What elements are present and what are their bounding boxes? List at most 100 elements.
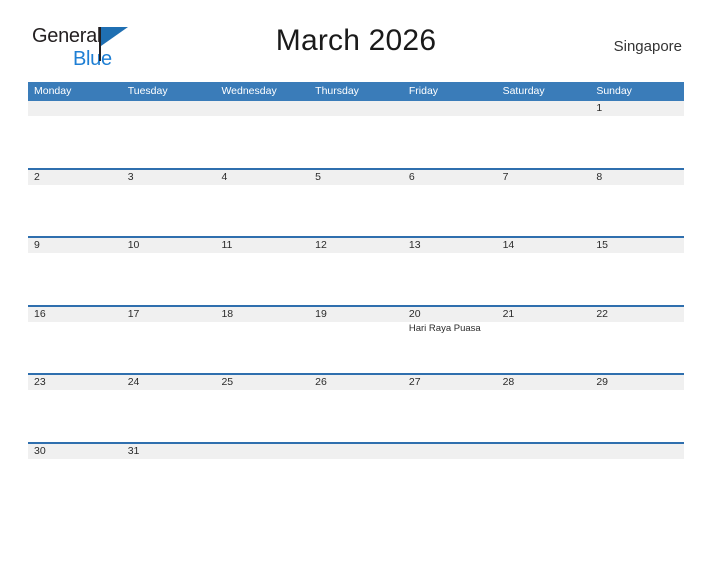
calendar-day-cell[interactable]: 27 — [403, 375, 497, 442]
calendar-day-cell-empty — [403, 444, 497, 511]
day-number: 31 — [127, 444, 140, 457]
calendar-weeks: 1 2 3 4 5 6 7 8 9 10 11 12 13 14 15 16 17 18 19 20 Hari Raya… — [28, 101, 684, 510]
calendar-week-row: 2 3 4 5 6 7 8 — [28, 167, 684, 237]
calendar-week-row: 16 17 18 19 20 Hari Raya Puasa 21 22 — [28, 304, 684, 374]
calendar-week-row: 1 — [28, 101, 684, 168]
day-number — [596, 444, 684, 459]
day-number — [221, 444, 309, 459]
calendar-week-cells: 23 24 25 26 27 28 29 — [28, 375, 684, 442]
calendar-day-cell-empty — [215, 444, 309, 511]
day-number: 23 — [34, 376, 46, 388]
day-number — [409, 444, 497, 459]
calendar-day-cell[interactable]: 13 — [403, 238, 497, 305]
day-number: 30 — [34, 444, 46, 457]
calendar-day-cell[interactable]: 24 — [122, 375, 216, 442]
calendar-day-cell[interactable]: 23 — [28, 375, 122, 442]
calendar-day-cell[interactable]: 29 — [590, 375, 684, 442]
day-number: 8 — [596, 170, 603, 183]
calendar-day-cell[interactable]: 7 — [497, 170, 591, 237]
day-number: 20 — [408, 307, 421, 320]
calendar-week-row: 9 10 11 12 13 14 15 — [28, 236, 684, 305]
calendar-day-cell[interactable]: 30 — [28, 444, 122, 511]
calendar-week-cells: 2 3 4 5 6 7 8 — [28, 170, 684, 237]
day-number — [503, 444, 591, 459]
calendar-day-cell[interactable]: 26 — [309, 375, 403, 442]
day-number — [315, 444, 403, 459]
weekday-header-row: Monday Tuesday Wednesday Thursday Friday… — [28, 82, 684, 101]
weekday-header-thursday: Thursday — [315, 85, 359, 97]
calendar-day-cell[interactable]: 11 — [215, 238, 309, 305]
day-number — [128, 101, 216, 116]
day-number — [315, 101, 403, 116]
calendar-week-row: 23 24 25 26 27 28 29 — [28, 373, 684, 442]
day-number: 11 — [221, 239, 233, 251]
day-number: 13 — [408, 239, 421, 251]
calendar-day-cell[interactable]: 28 — [497, 375, 591, 442]
day-number: 24 — [127, 376, 140, 388]
calendar-day-cell[interactable]: 5 — [309, 170, 403, 237]
calendar-grid: Monday Tuesday Wednesday Thursday Friday… — [28, 82, 684, 510]
calendar-day-cell-empty — [497, 101, 591, 168]
calendar-day-cell[interactable]: 17 — [122, 307, 216, 374]
calendar-day-cell[interactable]: 31 — [122, 444, 216, 511]
calendar-day-cell[interactable]: 21 — [497, 307, 591, 374]
day-number: 26 — [315, 376, 327, 388]
calendar-day-cell[interactable]: 1 — [590, 101, 684, 168]
day-number: 14 — [502, 239, 515, 251]
calendar-day-cell[interactable]: 16 — [28, 307, 122, 374]
day-number: 19 — [315, 307, 327, 320]
day-number: 18 — [221, 307, 234, 320]
day-number — [34, 101, 122, 116]
weekday-header-monday: Monday — [34, 85, 72, 97]
calendar-week-cells: 1 — [28, 101, 684, 168]
day-number: 5 — [315, 170, 321, 183]
day-number: 12 — [315, 239, 327, 251]
day-number: 1 — [596, 102, 603, 114]
calendar-day-cell-empty — [122, 101, 216, 168]
day-number: 28 — [502, 376, 515, 388]
day-number: 27 — [408, 376, 421, 388]
day-number: 7 — [502, 170, 509, 183]
calendar-day-cell[interactable]: 12 — [309, 238, 403, 305]
calendar-day-cell[interactable]: 20 Hari Raya Puasa — [403, 307, 497, 374]
calendar-day-cell[interactable]: 3 — [122, 170, 216, 237]
day-number: 9 — [34, 239, 40, 251]
day-number: 22 — [596, 307, 608, 320]
day-number: 17 — [127, 307, 140, 320]
day-event-label: Hari Raya Puasa — [408, 322, 481, 334]
weekday-header-friday: Friday — [408, 85, 439, 97]
calendar-day-cell-empty — [590, 444, 684, 511]
calendar-day-cell[interactable]: 4 — [215, 170, 309, 237]
calendar-page: General Blue March 2026 Singapore Monday… — [0, 22, 712, 572]
calendar-day-cell[interactable]: 14 — [497, 238, 591, 305]
calendar-day-cell-empty — [28, 101, 122, 168]
day-events: Hari Raya Puasa — [409, 323, 497, 335]
weekday-header-tuesday: Tuesday — [127, 85, 168, 97]
calendar-day-cell[interactable]: 10 — [122, 238, 216, 305]
weekday-header-saturday: Saturday — [502, 85, 545, 97]
calendar-day-cell-empty — [497, 444, 591, 511]
day-number: 6 — [408, 170, 415, 183]
calendar-day-cell[interactable]: 18 — [215, 307, 309, 374]
day-number: 2 — [34, 170, 40, 183]
calendar-day-cell-empty — [403, 101, 497, 168]
calendar-day-cell[interactable]: 9 — [28, 238, 122, 305]
calendar-day-cell[interactable]: 19 — [309, 307, 403, 374]
calendar-day-cell[interactable]: 8 — [590, 170, 684, 237]
calendar-day-cell[interactable]: 15 — [590, 238, 684, 305]
calendar-day-cell-empty — [215, 101, 309, 168]
calendar-week-cells: 30 31 — [28, 444, 684, 511]
day-number: 3 — [127, 170, 134, 183]
weekday-header-wednesday: Wednesday — [221, 85, 277, 97]
calendar-week-cells: 16 17 18 19 20 Hari Raya Puasa 21 22 — [28, 307, 684, 374]
calendar-day-cell-empty — [309, 444, 403, 511]
calendar-day-cell[interactable]: 2 — [28, 170, 122, 237]
day-number: 29 — [596, 376, 608, 388]
day-number: 21 — [502, 307, 515, 320]
calendar-day-cell[interactable]: 6 — [403, 170, 497, 237]
weekday-header-sunday: Sunday — [596, 85, 632, 97]
calendar-day-cell[interactable]: 22 — [590, 307, 684, 374]
day-number: 4 — [221, 170, 228, 183]
calendar-week-row: 30 31 — [28, 441, 684, 511]
calendar-day-cell[interactable]: 25 — [215, 375, 309, 442]
